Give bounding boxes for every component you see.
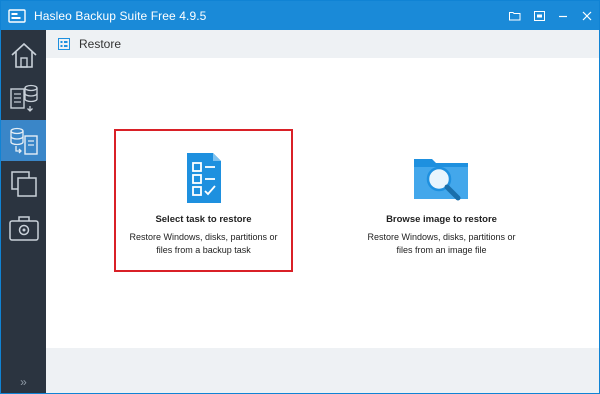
minimize-button[interactable] [551, 1, 575, 30]
title-bar: Hasleo Backup Suite Free 4.9.5 [1, 1, 599, 30]
window-menu-icon [533, 10, 545, 21]
option-title: Select task to restore [155, 214, 252, 225]
close-icon [582, 11, 592, 20]
window-title: Hasleo Backup Suite Free 4.9.5 [34, 8, 207, 23]
sidebar: » [1, 30, 46, 393]
title-controls [503, 1, 599, 30]
minimize-icon [559, 15, 567, 17]
select-task-to-restore-option[interactable]: Select task to restore Restore Windows, … [114, 129, 293, 272]
footer-bar [46, 348, 599, 393]
main-content: Select task to restore Restore Windows, … [46, 58, 599, 348]
option-description-line: files from an image file [396, 244, 487, 255]
sidebar-expand-button[interactable]: » [1, 375, 46, 389]
menu-button[interactable] [527, 1, 551, 30]
option-description-line: Restore Windows, disks, partitions or [129, 232, 278, 242]
option-title: Browse image to restore [386, 214, 497, 225]
tools-icon [8, 215, 39, 241]
page-title: Restore [79, 37, 122, 51]
option-description: Restore Windows, disks, partitions or fi… [116, 231, 291, 256]
backup-icon [9, 84, 38, 112]
checklist-document-icon [186, 153, 221, 203]
app-window: Hasleo Backup Suite Free 4.9.5 » Restore… [0, 0, 600, 394]
option-description-line: files from a backup task [156, 244, 251, 255]
sidebar-item-backup[interactable] [1, 77, 46, 118]
folder-search-icon [413, 159, 468, 201]
open-folder-button[interactable] [503, 1, 527, 30]
browse-image-to-restore-option[interactable]: Browse image to restore Restore Windows,… [352, 129, 531, 272]
chevron-double-right-icon: » [20, 375, 27, 389]
home-icon [10, 42, 37, 68]
restore-icon [9, 127, 38, 155]
sidebar-item-restore[interactable] [1, 120, 46, 161]
option-description-line: Restore Windows, disks, partitions or [367, 232, 516, 242]
restore-small-icon [58, 38, 70, 50]
folder-open-icon [509, 11, 521, 20]
close-button[interactable] [575, 1, 599, 30]
sidebar-item-clone[interactable] [1, 163, 46, 204]
sidebar-item-tools[interactable] [1, 207, 46, 248]
option-icon-wrap [116, 149, 291, 205]
page-header: Restore [46, 30, 599, 58]
clone-icon [10, 170, 37, 197]
app-logo-icon [8, 7, 26, 25]
sidebar-item-home[interactable] [1, 34, 46, 75]
option-icon-wrap [352, 151, 531, 203]
option-description: Restore Windows, disks, partitions or fi… [352, 231, 531, 256]
